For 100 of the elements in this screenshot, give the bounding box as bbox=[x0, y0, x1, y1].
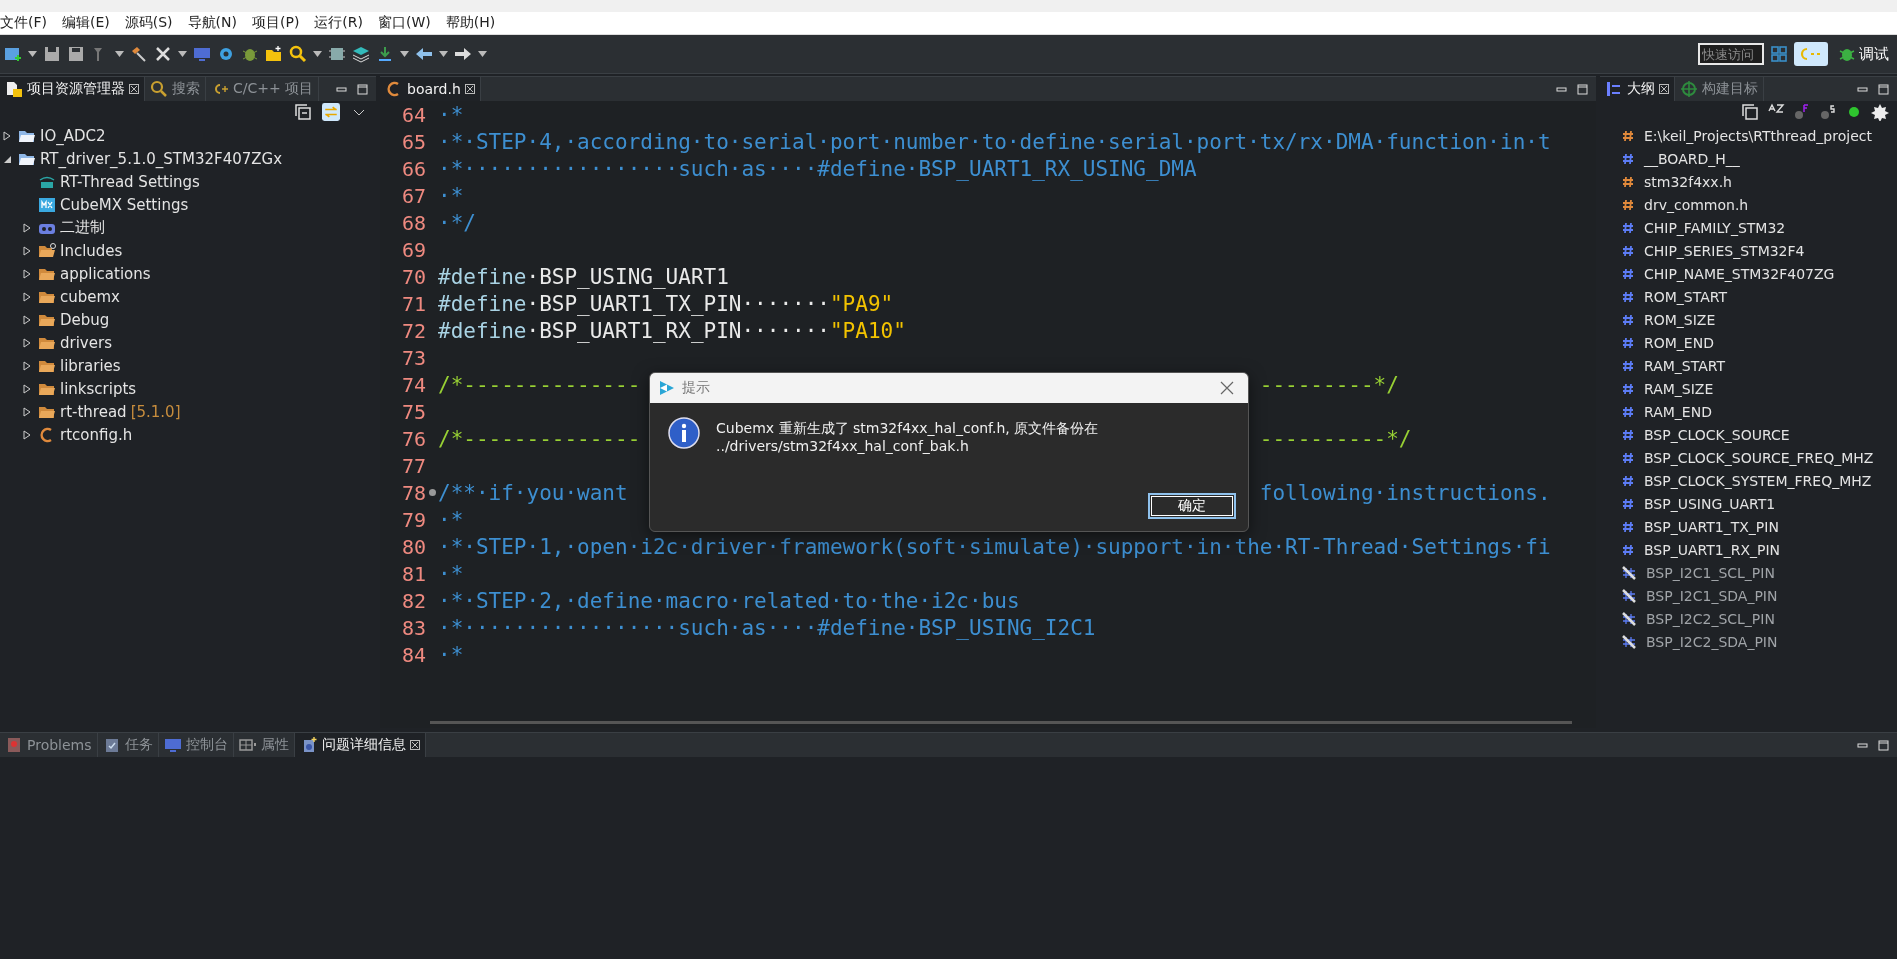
forward-arrow-icon[interactable] bbox=[454, 45, 472, 63]
quick-access-field[interactable]: 快速访问 bbox=[1698, 43, 1764, 65]
collapsed-arrow-icon[interactable] bbox=[22, 245, 32, 256]
close-icon[interactable] bbox=[464, 84, 475, 94]
link-editor-icon[interactable] bbox=[320, 103, 342, 121]
tree-item-label[interactable]: rt-thread bbox=[60, 402, 127, 421]
outline-item[interactable]: BSP_I2C2_SCL_PIN bbox=[1646, 610, 1775, 627]
tree-item-label[interactable]: CubeMX Settings bbox=[60, 195, 189, 214]
collapsed-arrow-icon[interactable] bbox=[22, 222, 32, 233]
fold-marker-icon[interactable] bbox=[429, 489, 436, 496]
close-icon[interactable] bbox=[409, 740, 420, 750]
settings-icon[interactable] bbox=[217, 45, 235, 63]
panel-tab[interactable]: 大纲 bbox=[1600, 77, 1675, 101]
tools-icon[interactable] bbox=[154, 45, 172, 63]
layers-icon[interactable] bbox=[352, 45, 370, 63]
menu-item[interactable]: 编辑(E) bbox=[62, 14, 119, 32]
tree-item-label[interactable]: Debug bbox=[60, 310, 110, 329]
tree-item-label[interactable]: RT_driver_5.1.0_STM32F407ZGx bbox=[40, 149, 283, 168]
outline-item[interactable]: BSP_UART1_RX_PIN bbox=[1644, 541, 1781, 558]
outline-item[interactable]: CHIP_NAME_STM32F407ZG bbox=[1644, 265, 1835, 282]
tree-item-label[interactable]: libraries bbox=[60, 356, 121, 375]
outline-item[interactable]: ROM_END bbox=[1644, 334, 1714, 351]
hide-fields-icon[interactable] bbox=[1793, 103, 1811, 121]
dropdown-caret-icon[interactable] bbox=[28, 51, 37, 57]
open-folder-icon[interactable] bbox=[265, 45, 283, 63]
hammer-icon[interactable] bbox=[130, 45, 148, 63]
collapsed-arrow-icon[interactable] bbox=[22, 429, 32, 440]
collapsed-arrow-icon[interactable] bbox=[22, 406, 32, 417]
close-icon[interactable] bbox=[129, 84, 139, 94]
menu-item[interactable]: 运行(R) bbox=[314, 14, 372, 32]
maximize-icon[interactable] bbox=[1878, 739, 1889, 751]
maximize-icon[interactable] bbox=[1577, 83, 1588, 95]
menu-item[interactable]: 导航(N) bbox=[187, 14, 246, 32]
outline-item[interactable]: BSP_USING_UART1 bbox=[1644, 495, 1776, 512]
tree-item-label[interactable]: drivers bbox=[60, 333, 112, 352]
outline-item[interactable]: BSP_I2C1_SCL_PIN bbox=[1646, 564, 1775, 581]
outline-item[interactable]: ROM_START bbox=[1644, 288, 1727, 305]
outline-item[interactable]: BSP_UART1_TX_PIN bbox=[1644, 518, 1779, 535]
chip-icon[interactable] bbox=[328, 45, 346, 63]
download-icon[interactable] bbox=[376, 45, 394, 63]
outline-item[interactable]: RAM_START bbox=[1644, 357, 1725, 374]
panel-tab[interactable]: 问题详细信息 bbox=[294, 733, 426, 757]
tree-item-label[interactable]: linkscripts bbox=[60, 379, 137, 398]
editor-tab[interactable]: board.h bbox=[380, 77, 481, 101]
menu-item[interactable]: 项目(P) bbox=[252, 14, 309, 32]
maximize-icon[interactable] bbox=[357, 83, 368, 95]
save-icon[interactable] bbox=[43, 45, 61, 63]
search-icon[interactable] bbox=[289, 45, 307, 63]
dropdown-caret-icon[interactable] bbox=[439, 51, 448, 57]
perspective-button[interactable]: 调试 bbox=[1834, 42, 1893, 66]
hide-static-icon[interactable] bbox=[1819, 103, 1837, 121]
tree-item-label[interactable]: 二进制 bbox=[60, 218, 105, 237]
outline-item[interactable]: E:\keil_Projects\RTthread_project bbox=[1644, 127, 1872, 144]
collapse-all-icon[interactable] bbox=[294, 103, 312, 121]
filter-icon[interactable] bbox=[1871, 103, 1889, 121]
outline-item[interactable]: ROM_SIZE bbox=[1644, 311, 1716, 328]
dropdown-caret-icon[interactable] bbox=[115, 51, 124, 57]
collapsed-arrow-icon[interactable] bbox=[22, 360, 32, 371]
tree-item-label[interactable]: Includes bbox=[60, 241, 123, 260]
collapsed-arrow-icon[interactable] bbox=[22, 383, 32, 394]
outline-item[interactable]: BSP_I2C1_SDA_PIN bbox=[1646, 587, 1778, 604]
tree-item-label[interactable]: rtconfig.h bbox=[60, 425, 133, 444]
maximize-icon[interactable] bbox=[1878, 83, 1889, 95]
menu-item[interactable]: 源码(S) bbox=[124, 14, 182, 32]
dropdown-caret-icon[interactable] bbox=[313, 51, 322, 57]
back-arrow-icon[interactable] bbox=[415, 45, 433, 63]
dropdown-caret-icon[interactable] bbox=[478, 51, 487, 57]
horizontal-scrollbar[interactable] bbox=[430, 721, 1572, 724]
panel-tab[interactable]: 项目资源管理器 bbox=[0, 77, 145, 101]
new-icon[interactable] bbox=[4, 45, 22, 63]
outline-item[interactable]: RAM_SIZE bbox=[1644, 380, 1714, 397]
perspective-grid-icon[interactable] bbox=[1770, 45, 1788, 63]
tree-item-label[interactable]: applications bbox=[60, 264, 151, 283]
outline-item[interactable]: RAM_END bbox=[1644, 403, 1712, 420]
outline-item[interactable]: BSP_CLOCK_SOURCE_FREQ_MHZ bbox=[1644, 449, 1874, 466]
menu-item[interactable]: 窗口(W) bbox=[378, 14, 440, 32]
close-icon[interactable] bbox=[1659, 84, 1669, 94]
menu-item[interactable]: 文件(F) bbox=[0, 14, 56, 32]
collapsed-arrow-icon[interactable] bbox=[22, 268, 32, 279]
outline-item[interactable]: stm32f4xx.h bbox=[1644, 173, 1732, 190]
collapsed-arrow-icon[interactable] bbox=[22, 337, 32, 348]
outline-item[interactable]: __BOARD_H__ bbox=[1644, 150, 1740, 167]
save-all-icon[interactable] bbox=[67, 45, 85, 63]
outline-item[interactable]: drv_common.h bbox=[1644, 196, 1749, 213]
outline-item[interactable]: BSP_CLOCK_SOURCE bbox=[1644, 426, 1790, 443]
collapsed-arrow-icon[interactable] bbox=[2, 130, 12, 141]
menu-item[interactable]: 帮助(H) bbox=[445, 14, 505, 32]
dropdown-caret-icon[interactable] bbox=[178, 51, 187, 57]
outline-item[interactable]: CHIP_SERIES_STM32F4 bbox=[1644, 242, 1805, 259]
collapsed-arrow-icon[interactable] bbox=[22, 314, 32, 325]
collapse-all-icon[interactable] bbox=[1741, 103, 1759, 121]
close-icon[interactable] bbox=[1220, 381, 1234, 395]
collapsed-arrow-icon[interactable] bbox=[22, 291, 32, 302]
tree-item-label[interactable]: cubemx bbox=[60, 287, 120, 306]
ok-button[interactable]: 确定 bbox=[1148, 493, 1236, 519]
monitor-icon[interactable] bbox=[193, 45, 211, 63]
dropdown-caret-icon[interactable] bbox=[400, 51, 409, 57]
tree-item-label[interactable]: IO_ADC2 bbox=[40, 126, 106, 145]
outline-item[interactable]: BSP_I2C2_SDA_PIN bbox=[1646, 633, 1778, 650]
outline-item[interactable]: CHIP_FAMILY_STM32 bbox=[1644, 219, 1786, 236]
